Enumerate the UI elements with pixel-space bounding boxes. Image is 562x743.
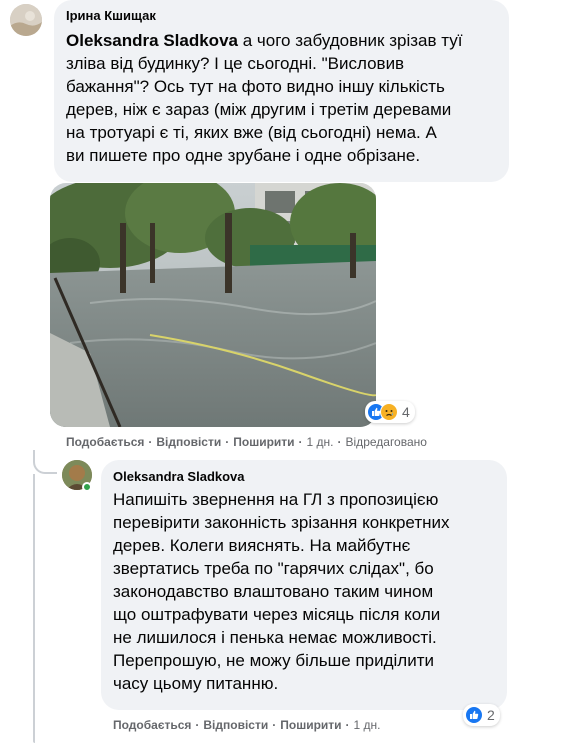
mention-link[interactable]: Oleksandra Sladkova: [66, 31, 238, 50]
comment-body: Напишіть звернення на ГЛ з пропозицією п…: [113, 490, 450, 693]
separator-dot: ·: [148, 435, 153, 449]
comment-timestamp[interactable]: 1 дн.: [307, 435, 334, 449]
avatar[interactable]: [10, 4, 42, 36]
share-button[interactable]: Поширити: [233, 435, 294, 449]
avatar-photo: [10, 4, 42, 36]
reaction-count: 4: [402, 404, 410, 420]
reactions-summary[interactable]: 4: [365, 401, 415, 423]
comment-actions: Подобається · Відповісти · Поширити · 1 …: [113, 718, 381, 732]
separator-dot: ·: [195, 718, 200, 732]
comment-body: а чого забудовник зрізав туї зліва від б…: [66, 31, 463, 165]
comment-author-name[interactable]: Ірина Кшищак: [66, 8, 156, 23]
separator-dot: ·: [337, 435, 342, 449]
share-button[interactable]: Поширити: [280, 718, 341, 732]
comment-timestamp[interactable]: 1 дн.: [354, 718, 381, 732]
flooded-street-image: [50, 183, 376, 427]
thread-reply-curve: [33, 450, 57, 474]
edited-label[interactable]: Відредаговано: [346, 435, 427, 449]
comment-author-name[interactable]: Oleksandra Sladkova: [113, 469, 245, 484]
like-icon: [465, 706, 483, 724]
separator-dot: ·: [225, 435, 230, 449]
separator-dot: ·: [345, 718, 350, 732]
reaction-count: 2: [487, 707, 495, 723]
reply-button[interactable]: Відповісти: [156, 435, 221, 449]
comment-text: Oleksandra Sladkova а чого забудовник зр…: [66, 29, 462, 167]
separator-dot: ·: [272, 718, 277, 732]
like-button[interactable]: Подобається: [66, 435, 144, 449]
thread-connector-line: [33, 474, 35, 743]
separator-dot: ·: [298, 435, 303, 449]
comment-actions: Подобається · Відповісти · Поширити · 1 …: [66, 435, 427, 449]
reactions-summary[interactable]: 2: [463, 704, 500, 726]
reply-button[interactable]: Відповісти: [203, 718, 268, 732]
comment-photo-flooded-street[interactable]: [50, 183, 376, 427]
sad-icon: [380, 403, 398, 421]
online-status-indicator: [82, 482, 92, 492]
like-button[interactable]: Подобається: [113, 718, 191, 732]
